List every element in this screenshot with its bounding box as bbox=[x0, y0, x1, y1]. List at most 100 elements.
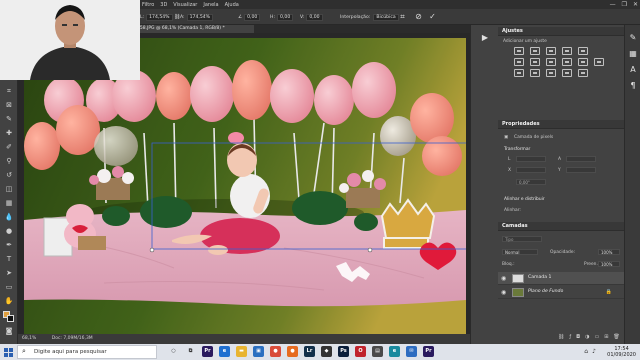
cancel-transform-icon[interactable]: ⊘ bbox=[414, 12, 423, 21]
brush-settings-icon[interactable]: ✎ bbox=[628, 33, 638, 43]
character-icon[interactable]: A bbox=[628, 65, 638, 75]
transform-y-field[interactable] bbox=[566, 167, 596, 173]
app-icon[interactable]: ◆ bbox=[321, 346, 332, 357]
eyedropper-tool-icon[interactable]: ✎ bbox=[3, 115, 15, 124]
chrome-icon[interactable]: ● bbox=[270, 346, 281, 357]
new-layer-icon[interactable]: ⊞ bbox=[604, 334, 608, 340]
menu-visualizar[interactable]: Visualizar bbox=[173, 2, 197, 8]
layer-filter-field[interactable]: Tipo bbox=[502, 236, 542, 242]
propriedades-panel-title[interactable]: Propriedades bbox=[498, 120, 624, 129]
path-select-tool-icon[interactable]: ➤ bbox=[3, 269, 15, 278]
paragraph-icon[interactable]: ¶ bbox=[628, 81, 638, 91]
zoom-readout[interactable]: 68,1% bbox=[22, 336, 36, 341]
lightroom-icon[interactable]: Lr bbox=[304, 346, 315, 357]
hue-saturation-icon[interactable] bbox=[514, 58, 524, 66]
volume-icon[interactable]: ♪ bbox=[592, 348, 596, 355]
blur-tool-icon[interactable]: 💧 bbox=[3, 213, 15, 222]
windows-start-icon[interactable] bbox=[4, 348, 13, 357]
hand-tool-icon[interactable]: ✋ bbox=[3, 297, 15, 306]
fill-field[interactable]: 100% bbox=[598, 261, 620, 267]
transform-x-field[interactable] bbox=[516, 167, 546, 173]
opera-icon[interactable]: O bbox=[355, 346, 366, 357]
maximize-button[interactable]: ❐ bbox=[622, 0, 627, 9]
type-tool-icon[interactable]: T bbox=[3, 255, 15, 264]
exposure-icon[interactable] bbox=[562, 47, 572, 55]
angle-field[interactable]: 0,00 bbox=[244, 13, 261, 21]
taskbar-search-box[interactable]: Digite aqui para pesquisar bbox=[17, 345, 157, 359]
camadas-panel-title[interactable]: Camadas bbox=[498, 222, 624, 231]
lock-icon[interactable]: 🔒 bbox=[606, 289, 612, 295]
menu-ajuda[interactable]: Ajuda bbox=[225, 2, 239, 8]
blend-mode-select[interactable]: Normal bbox=[502, 249, 538, 255]
photoshop-icon[interactable]: Ps bbox=[338, 346, 349, 357]
transform-width-field[interactable] bbox=[516, 156, 546, 162]
close-button[interactable]: ✕ bbox=[633, 0, 638, 9]
background-color-swatch[interactable] bbox=[7, 315, 14, 322]
mail-icon[interactable]: ✉ bbox=[406, 346, 417, 357]
gradient-map-icon[interactable] bbox=[562, 69, 572, 77]
color-lookup-icon[interactable] bbox=[594, 58, 604, 66]
link-layers-icon[interactable]: ⛓ bbox=[558, 334, 564, 340]
photos-icon[interactable]: ▣ bbox=[253, 346, 264, 357]
shape-tool-icon[interactable]: ▭ bbox=[3, 283, 15, 292]
alinhar-section[interactable]: Alinhar e distribuir bbox=[504, 197, 545, 202]
width-field[interactable]: 174,54% bbox=[146, 13, 173, 21]
layer-row[interactable]: ◉ Camada 1 bbox=[498, 272, 624, 285]
history-brush-tool-icon[interactable]: ↺ bbox=[3, 171, 15, 180]
photo-filter-icon[interactable] bbox=[562, 58, 572, 66]
opacity-field[interactable]: 100% bbox=[598, 249, 620, 255]
commit-transform-icon[interactable]: ✓ bbox=[428, 12, 437, 21]
channel-mixer-icon[interactable] bbox=[578, 58, 588, 66]
warp-icon[interactable]: ⌗ bbox=[398, 12, 407, 21]
threshold-icon[interactable] bbox=[546, 69, 556, 77]
invert-icon[interactable] bbox=[514, 69, 524, 77]
menu-3d[interactable]: 3D bbox=[160, 2, 167, 8]
height-field[interactable]: 174,54% bbox=[186, 13, 214, 21]
adjustment-layer-icon[interactable]: ◑ bbox=[585, 334, 589, 340]
document-canvas[interactable] bbox=[24, 38, 466, 334]
group-icon[interactable]: ▭ bbox=[594, 334, 599, 340]
layer-row[interactable]: ◉ Plano de Fundo 🔒 bbox=[498, 286, 624, 299]
brush-tool-icon[interactable]: ✐ bbox=[3, 143, 15, 152]
brightness-contrast-icon[interactable] bbox=[514, 47, 524, 55]
mask-icon[interactable]: ◘ bbox=[576, 334, 580, 340]
black-white-icon[interactable] bbox=[546, 58, 556, 66]
layer-name[interactable]: Plano de Fundo bbox=[528, 289, 563, 294]
v-skew-field[interactable]: 0,00 bbox=[306, 13, 323, 21]
pen-tool-icon[interactable]: ✒ bbox=[3, 241, 15, 250]
dodge-tool-icon[interactable]: ● bbox=[3, 227, 15, 236]
swatches-icon[interactable]: ▦ bbox=[628, 49, 638, 59]
edge-new-icon[interactable]: e bbox=[389, 346, 400, 357]
posterize-icon[interactable] bbox=[530, 69, 540, 77]
curves-icon[interactable] bbox=[546, 47, 556, 55]
transformar-section[interactable]: Transformar bbox=[504, 147, 530, 152]
premiere2-icon[interactable]: Pr bbox=[423, 346, 434, 357]
minimize-button[interactable]: — bbox=[610, 0, 616, 9]
menu-filtro[interactable]: Filtro bbox=[142, 2, 154, 8]
vibrance-icon[interactable] bbox=[578, 47, 588, 55]
ajustes-panel-title[interactable]: Ajustes bbox=[498, 27, 624, 36]
levels-icon[interactable] bbox=[530, 47, 540, 55]
selective-color-icon[interactable] bbox=[578, 69, 588, 77]
gradient-tool-icon[interactable]: ▦ bbox=[3, 199, 15, 208]
play-icon[interactable]: ▶ bbox=[480, 33, 490, 43]
h-skew-field[interactable]: 0,00 bbox=[277, 13, 294, 21]
store-icon[interactable]: ▤ bbox=[372, 346, 383, 357]
interpolation-select[interactable]: Bicúbica bbox=[373, 13, 399, 21]
visibility-eye-icon[interactable]: ◉ bbox=[501, 289, 506, 296]
explorer-icon[interactable]: ▬ bbox=[236, 346, 247, 357]
firefox-icon[interactable]: ● bbox=[287, 346, 298, 357]
layer-name[interactable]: Camada 1 bbox=[528, 275, 551, 280]
menu-janela[interactable]: Janela bbox=[203, 2, 218, 8]
document-tab[interactable]: 758.JPG @ 68,1% (Camada 1, RGB/8) * bbox=[134, 25, 254, 33]
crop-tool-icon[interactable]: ⌗ bbox=[3, 87, 15, 96]
edge-icon[interactable]: e bbox=[219, 346, 230, 357]
quick-mask-icon[interactable]: ◙ bbox=[3, 327, 15, 336]
visibility-eye-icon[interactable]: ◉ bbox=[501, 275, 506, 282]
eraser-tool-icon[interactable]: ◫ bbox=[3, 185, 15, 194]
network-icon[interactable]: ⌂ bbox=[584, 348, 588, 355]
transform-angle-field[interactable]: 0,00° bbox=[516, 179, 546, 185]
healing-tool-icon[interactable]: ✚ bbox=[3, 129, 15, 138]
clock[interactable]: 17:54 01/09/2020 bbox=[607, 346, 636, 358]
color-balance-icon[interactable] bbox=[530, 58, 540, 66]
